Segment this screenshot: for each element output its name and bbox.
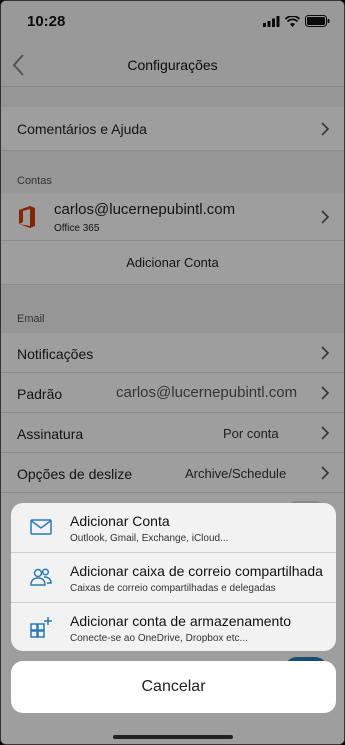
mail-icon [30, 519, 52, 535]
people-icon [30, 568, 52, 586]
add-storage-account-option[interactable]: Adicionar conta de armazenamento Conecte… [11, 602, 336, 651]
option-subtitle: Conecte-se ao OneDrive, Dropbox etc... [70, 633, 248, 644]
cancel-button[interactable]: Cancelar [11, 661, 336, 713]
option-title: Adicionar conta de armazenamento [70, 613, 292, 629]
add-account-option[interactable]: Adicionar Conta Outlook, Gmail, Exchange… [11, 503, 336, 552]
add-storage-icon [30, 617, 52, 638]
add-shared-mailbox-option[interactable]: Adicionar caixa de correio compartilhada… [11, 552, 336, 601]
phone-screen: 10:28 Configurações Comentários e Ajuda … [0, 0, 345, 745]
option-title: Adicionar Conta [70, 513, 170, 529]
home-indicator [112, 735, 233, 739]
option-subtitle: Outlook, Gmail, Exchange, iCloud... [70, 533, 229, 544]
option-subtitle: Caixas de correio compartilhadas e deleg… [70, 583, 276, 594]
option-title: Adicionar caixa de correio compartilhada [70, 563, 323, 579]
action-sheet: Adicionar Conta Outlook, Gmail, Exchange… [11, 503, 336, 651]
